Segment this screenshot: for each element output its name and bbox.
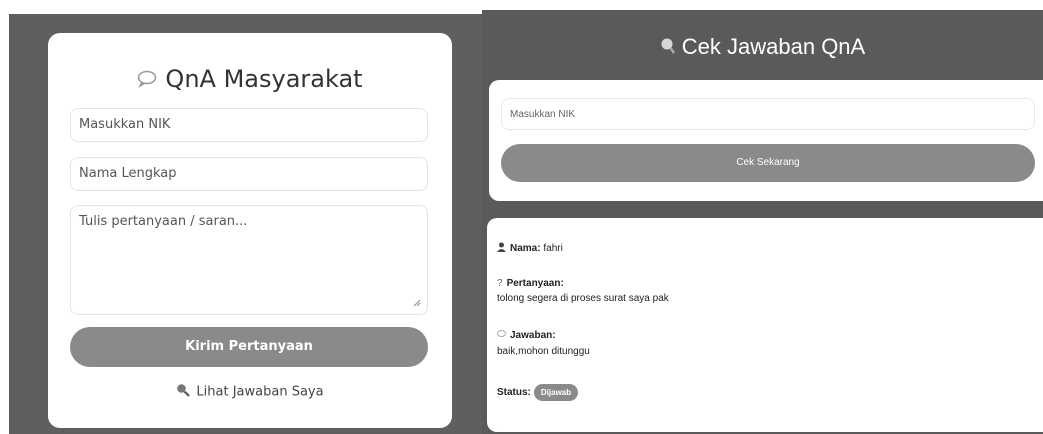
result-name-row: Nama: fahri xyxy=(497,242,563,255)
nik-placeholder: Masukkan NIK xyxy=(79,117,171,132)
view-answers-text: Lihat Jawaban Saya xyxy=(196,384,324,400)
check-nik-input[interactable]: Masukkan NIK xyxy=(501,98,1035,130)
status-badge: Dijawab xyxy=(533,384,579,401)
question-placeholder: Tulis pertanyaan / saran... xyxy=(79,214,248,229)
check-now-button[interactable]: Cek Sekarang xyxy=(501,144,1035,182)
check-title: Cek Jawaban QnA xyxy=(482,34,1043,61)
speech-bubble-icon xyxy=(497,330,506,341)
magnifier-icon xyxy=(660,35,676,61)
question-textarea[interactable]: Tulis pertanyaan / saran... xyxy=(70,205,428,315)
qna-title: QnA Masyarakat xyxy=(48,65,452,94)
result-question-label-row: ? Pertanyaan: xyxy=(497,278,564,289)
nik-input[interactable]: Masukkan NIK xyxy=(70,108,428,142)
result-card: Nama: fahri ? Pertanyaan: tolong segera d… xyxy=(487,218,1043,432)
view-answers-link[interactable]: Lihat Jawaban Saya xyxy=(48,383,452,401)
result-name-label: Nama: xyxy=(510,243,541,255)
check-nik-placeholder: Masukkan NIK xyxy=(510,109,576,120)
magnifier-icon xyxy=(176,383,191,401)
qna-card: QnA Masyarakat Masukkan NIK Nama Lengkap… xyxy=(48,33,452,428)
speech-bubble-icon xyxy=(137,66,157,94)
result-question-value: tolong segera di proses surat saya pak xyxy=(497,293,669,304)
check-title-text: Cek Jawaban QnA xyxy=(681,34,866,59)
result-question-label: Pertanyaan: xyxy=(506,278,564,290)
result-status-label: Status: xyxy=(497,387,531,399)
name-input[interactable]: Nama Lengkap xyxy=(70,157,428,191)
qna-title-text: QnA Masyarakat xyxy=(165,65,363,93)
result-status-row: Status: Dijawab xyxy=(497,384,579,401)
result-answer-label-row: Jawaban: xyxy=(497,330,556,341)
user-icon xyxy=(497,242,506,255)
result-name-value: fahri xyxy=(543,243,563,255)
check-card: Masukkan NIK Cek Sekarang xyxy=(489,80,1043,201)
result-answer-label: Jawaban: xyxy=(510,330,556,342)
result-answer-value: baik,mohon ditunggu xyxy=(497,346,590,357)
name-placeholder: Nama Lengkap xyxy=(79,166,177,181)
submit-question-button[interactable]: Kirim Pertanyaan xyxy=(70,327,428,367)
resize-handle-icon[interactable] xyxy=(413,299,421,310)
question-icon: ? xyxy=(497,278,503,289)
